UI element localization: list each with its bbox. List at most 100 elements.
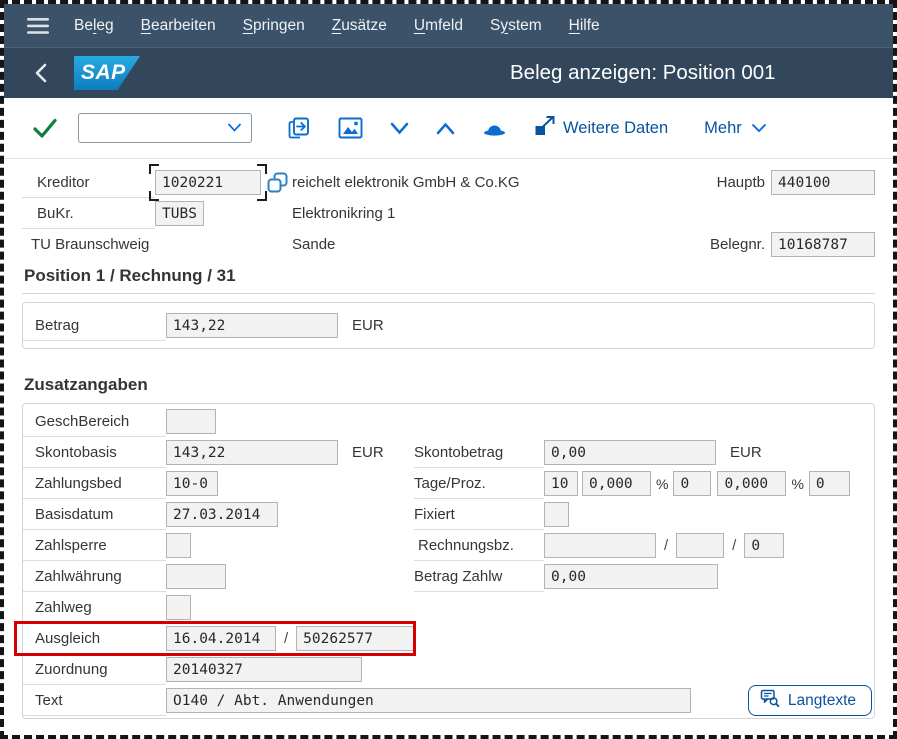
proz2-field[interactable]: 0,000 — [717, 471, 786, 496]
sap-window: Beleg Bearbeiten Springen Zusätze Umfeld… — [0, 0, 897, 739]
company-text: TU Braunschweig — [22, 236, 155, 253]
document-overview-icon[interactable] — [338, 117, 363, 139]
rechnungsbz-label: Rechnungsbz. — [414, 530, 544, 561]
bukr-label: BuKr. — [22, 198, 155, 229]
rechnungsbz-field-2[interactable] — [676, 533, 724, 558]
back-button[interactable] — [32, 62, 50, 84]
menu-item-beleg[interactable]: Beleg — [74, 17, 114, 35]
betrag-zahlw-label: Betrag Zahlw — [414, 561, 544, 592]
menu-item-bearbeiten[interactable]: Bearbeiten — [141, 17, 216, 35]
geschbereich-label: GeschBereich — [23, 406, 166, 437]
zahlweg-field[interactable] — [166, 595, 191, 620]
weitere-daten-label: Weitere Daten — [563, 119, 668, 138]
text-label: Text — [23, 685, 166, 716]
command-field[interactable] — [78, 113, 252, 143]
ausgleich-date-field[interactable]: 16.04.2014 — [166, 626, 276, 651]
hauptb-label: Hauptb — [717, 174, 765, 191]
zusatzangaben-groupbox: GeschBereich Skontobasis 143,22 EUR Skon… — [22, 403, 875, 719]
bukr-field[interactable]: TUBS — [155, 201, 204, 226]
fixiert-field[interactable] — [544, 502, 569, 527]
zuordnung-label: Zuordnung — [23, 654, 166, 685]
menu-item-hilfe[interactable]: Hilfe — [569, 17, 600, 35]
hamburger-menu-icon[interactable] — [26, 17, 50, 35]
kreditor-name-text: reichelt elektronik GmbH & Co.KG — [292, 174, 520, 191]
percent2-text: % — [791, 476, 803, 492]
row-zahlweg: Zahlweg — [23, 592, 874, 623]
quick-view-icon[interactable] — [266, 171, 289, 194]
belegnr-field[interactable]: 10168787 — [771, 232, 875, 257]
row-text: Text O140 / Abt. Anwendungen Langtexte — [23, 685, 874, 716]
text-field[interactable]: O140 / Abt. Anwendungen — [166, 688, 691, 713]
enter-confirm-button[interactable] — [32, 117, 58, 140]
menu-item-zusaetze[interactable]: Zusätze — [332, 17, 387, 35]
weitere-daten-button[interactable]: Weitere Daten — [534, 115, 668, 141]
rechnungsbz-field-3[interactable]: 0 — [744, 533, 784, 558]
fixiert-label: Fixiert — [414, 499, 544, 530]
bowler-hat-icon[interactable] — [482, 119, 507, 138]
betrag-zahlw-field[interactable]: 0,00 — [544, 564, 718, 589]
skontobetrag-currency-text: EUR — [730, 444, 762, 461]
application-toolbar: Weitere Daten Mehr — [4, 98, 893, 159]
zahlwaehrung-field[interactable] — [166, 564, 226, 589]
long-text-icon — [760, 689, 780, 713]
rechnungsbz-separator-2: / — [732, 537, 736, 554]
proz1-field[interactable]: 0,000 — [582, 471, 651, 496]
zuordnung-field[interactable]: 20140327 — [166, 657, 362, 682]
skontobetrag-label: Skontobetrag — [414, 437, 544, 468]
address-line2-text: Sande — [292, 236, 335, 253]
tage3-field[interactable]: 0 — [809, 471, 850, 496]
skontobasis-label: Skontobasis — [23, 437, 166, 468]
display-other-document-icon[interactable] — [286, 116, 311, 141]
kreditor-field-focus: 1020221 — [155, 170, 261, 195]
row-zuordnung: Zuordnung 20140327 — [23, 654, 874, 685]
tageproz-label: Tage/Proz. — [414, 468, 544, 499]
row-geschbereich: GeschBereich — [23, 406, 874, 437]
row-betrag: Betrag 143,22 EUR — [23, 310, 874, 341]
next-item-icon[interactable] — [390, 122, 409, 135]
betrag-currency-text: EUR — [352, 317, 384, 334]
menu-items: Beleg Bearbeiten Springen Zusätze Umfeld… — [74, 17, 600, 35]
betrag-field[interactable]: 143,22 — [166, 313, 338, 338]
basisdatum-label: Basisdatum — [23, 499, 166, 530]
rechnungsbz-field-1[interactable] — [544, 533, 656, 558]
tage1-field[interactable]: 10 — [544, 471, 578, 496]
title-bar: SAP Beleg anzeigen: Position 001 — [4, 48, 893, 98]
percent1-text: % — [656, 476, 668, 492]
ausgleich-doc-field[interactable]: 50262577 — [296, 626, 414, 651]
zahlungsbed-field[interactable]: 10-0 — [166, 471, 218, 496]
address-line1-text: Elektronikring 1 — [292, 205, 395, 222]
ausgleich-separator: / — [284, 630, 288, 647]
position-section-title: Position 1 / Rechnung / 31 — [22, 262, 875, 294]
tage2-field[interactable]: 0 — [673, 471, 711, 496]
zahlweg-label: Zahlweg — [23, 592, 166, 623]
page-title: Beleg anzeigen: Position 001 — [510, 61, 776, 85]
row-kreditor: Kreditor 1020221 reichelt elektronik Gmb… — [22, 167, 875, 198]
hauptb-field[interactable]: 440100 — [771, 170, 875, 195]
skontobetrag-field[interactable]: 0,00 — [544, 440, 716, 465]
kreditor-field[interactable]: 1020221 — [155, 170, 261, 195]
zahlsperre-field[interactable] — [166, 533, 191, 558]
langtexte-button[interactable]: Langtexte — [748, 685, 872, 716]
betrag-label: Betrag — [23, 310, 166, 341]
zusatzangaben-title: Zusatzangaben — [22, 375, 875, 395]
betrag-groupbox: Betrag 143,22 EUR — [22, 302, 875, 349]
skontobasis-currency-text: EUR — [352, 444, 384, 461]
basisdatum-field[interactable]: 27.03.2014 — [166, 502, 278, 527]
menu-item-umfeld[interactable]: Umfeld — [414, 17, 463, 35]
langtexte-label: Langtexte — [788, 692, 856, 710]
menu-item-system[interactable]: System — [490, 17, 542, 35]
chevron-down-icon — [751, 119, 767, 138]
geschbereich-field[interactable] — [166, 409, 216, 434]
skontobasis-field[interactable]: 143,22 — [166, 440, 338, 465]
previous-item-icon[interactable] — [436, 122, 455, 135]
menu-item-springen[interactable]: Springen — [243, 17, 305, 35]
menu-bar: Beleg Bearbeiten Springen Zusätze Umfeld… — [4, 4, 893, 48]
row-zahlwaehrung: Zahlwährung Betrag Zahlw 0,00 — [23, 561, 874, 592]
zahlsperre-label: Zahlsperre — [23, 530, 166, 561]
row-basisdatum: Basisdatum 27.03.2014 Fixiert — [23, 499, 874, 530]
kreditor-label: Kreditor — [22, 167, 155, 198]
row-zahlsperre: Zahlsperre Rechnungsbz. / / 0 — [23, 530, 874, 561]
chevron-down-icon[interactable] — [227, 119, 242, 137]
row-company: TU Braunschweig Sande Belegnr. 10168787 — [22, 229, 875, 260]
mehr-menu-button[interactable]: Mehr — [704, 119, 767, 138]
